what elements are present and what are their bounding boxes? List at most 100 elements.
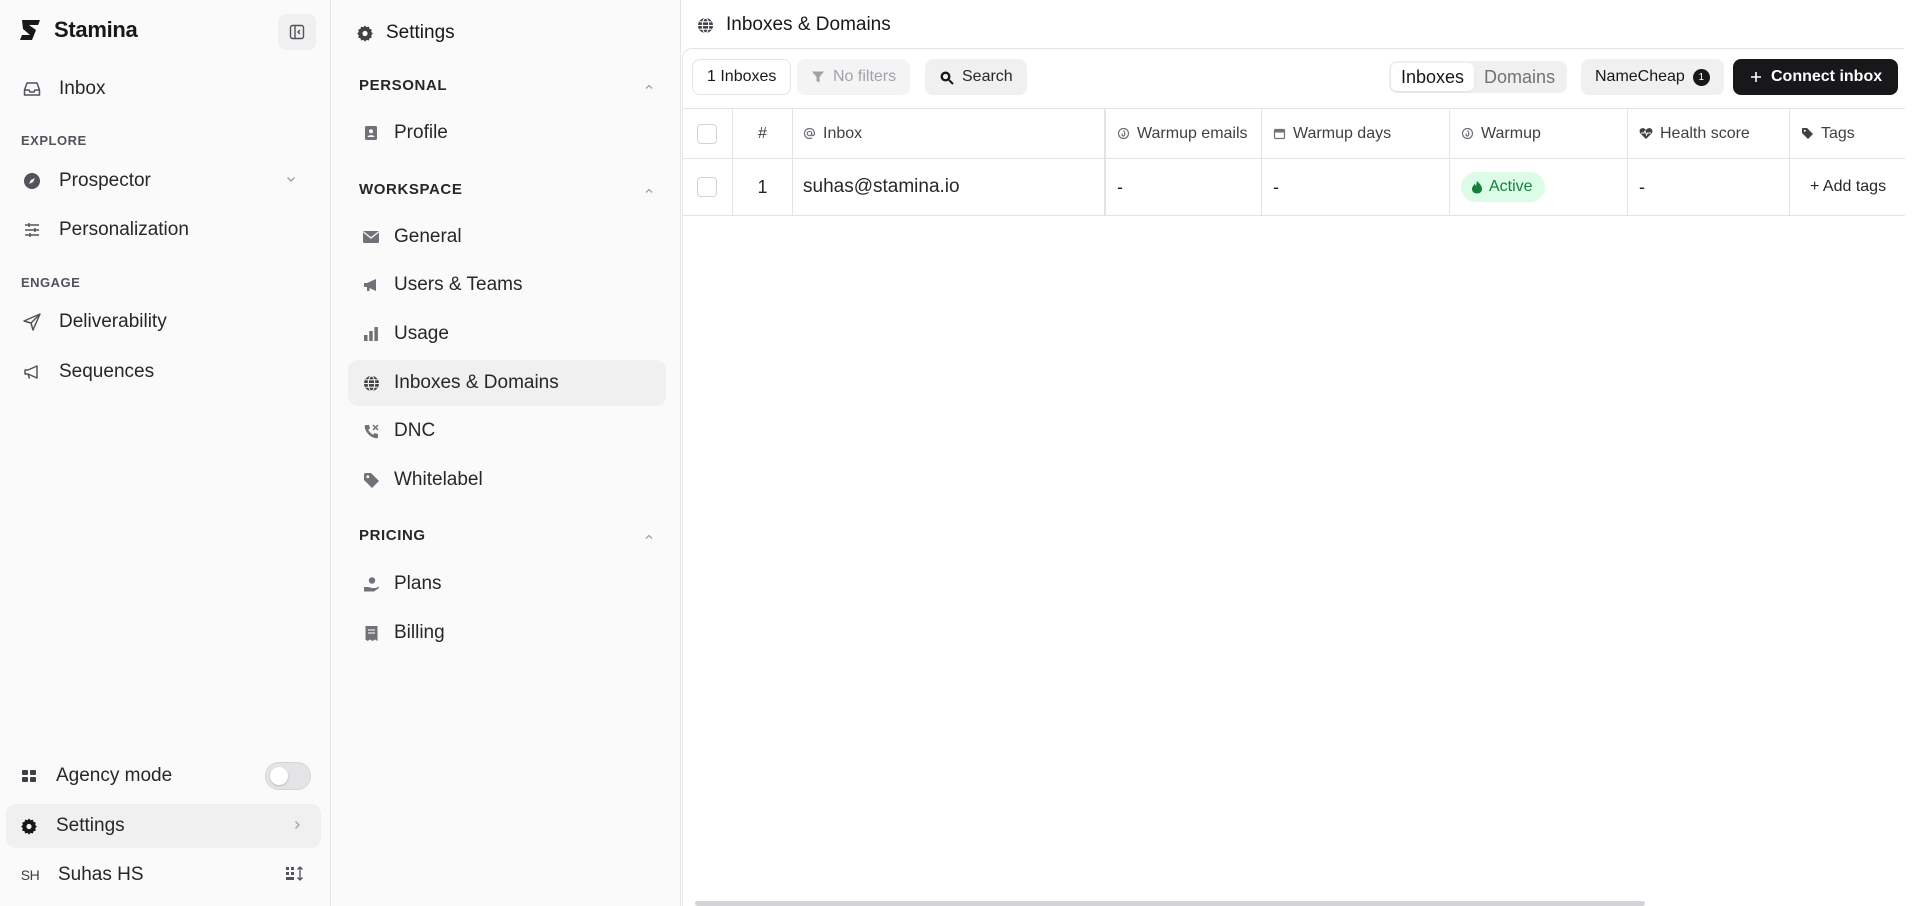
filter-icon bbox=[811, 70, 825, 84]
settings-item-label: DNC bbox=[394, 420, 436, 441]
agency-mode-label: Agency mode bbox=[56, 765, 173, 786]
switch-account-icon[interactable] bbox=[285, 865, 305, 883]
tab-inboxes[interactable]: Inboxes bbox=[1391, 63, 1475, 91]
inbox-icon bbox=[21, 78, 43, 100]
sidebar-item-label: Inbox bbox=[59, 78, 106, 99]
column-warmup[interactable]: Warmup bbox=[1450, 109, 1628, 158]
section-label-engage: ENGAGE bbox=[21, 275, 81, 290]
brand[interactable]: Stamina bbox=[16, 16, 138, 44]
row-health-score: - bbox=[1628, 159, 1790, 215]
row-warmup-days: - bbox=[1262, 159, 1450, 215]
gear-icon bbox=[18, 815, 40, 837]
row-checkbox[interactable] bbox=[697, 177, 717, 197]
id-badge-icon bbox=[362, 124, 380, 142]
connect-inbox-button[interactable]: Connect inbox bbox=[1733, 59, 1899, 95]
sidebar-item-label: Sequences bbox=[59, 361, 155, 382]
sliders-icon bbox=[21, 219, 43, 241]
row-warmup-emails: - bbox=[1106, 159, 1262, 215]
inboxes-panel: 1 Inboxes No filters Search Inboxes Doma… bbox=[682, 48, 1905, 906]
phone-off-icon bbox=[362, 422, 380, 440]
column-inbox[interactable]: Inbox bbox=[793, 109, 1106, 158]
sidebar-item-label: Prospector bbox=[59, 170, 151, 191]
select-all-checkbox[interactable] bbox=[697, 123, 717, 144]
provider-button[interactable]: NameCheap 1 bbox=[1581, 59, 1724, 95]
table-row[interactable]: 1 suhas@stamina.io - - Active - + Add ta… bbox=[683, 159, 1905, 216]
row-inbox-email[interactable]: suhas@stamina.io bbox=[793, 159, 1106, 215]
toolbar: 1 Inboxes No filters Search Inboxes Doma… bbox=[683, 49, 1905, 109]
column-warmup-days[interactable]: Warmup days bbox=[1262, 109, 1450, 158]
bar-chart-icon bbox=[362, 325, 380, 343]
hand-coin-icon bbox=[362, 575, 380, 593]
tab-domains[interactable]: Domains bbox=[1474, 63, 1565, 91]
chevron-up-icon bbox=[643, 531, 655, 543]
chevron-up-icon bbox=[643, 185, 655, 197]
settings-item-whitelabel[interactable]: Whitelabel bbox=[348, 457, 666, 503]
tag-icon bbox=[362, 471, 380, 489]
column-label: # bbox=[758, 124, 767, 142]
add-tags-button[interactable]: + Add tags bbox=[1790, 159, 1905, 215]
column-health-score[interactable]: Health score bbox=[1628, 109, 1790, 158]
settings-item-label: Usage bbox=[394, 323, 449, 344]
flame-outline-icon bbox=[1117, 127, 1130, 140]
column-number[interactable]: # bbox=[733, 109, 793, 158]
section-workspace[interactable]: WORKSPACE bbox=[359, 181, 659, 198]
settings-item-label: Users & Teams bbox=[394, 274, 523, 295]
sidebar-item-settings[interactable]: Settings bbox=[6, 804, 321, 848]
warmup-status-label: Active bbox=[1489, 178, 1533, 195]
building-icon bbox=[18, 765, 40, 787]
sidebar-item-label: Settings bbox=[56, 815, 125, 836]
settings-item-inboxes-domains[interactable]: Inboxes & Domains bbox=[348, 360, 666, 406]
settings-item-label: Whitelabel bbox=[394, 469, 483, 490]
settings-item-general[interactable]: General bbox=[348, 214, 666, 260]
table-header: # Inbox Warmup emails Warmup days Warmup… bbox=[683, 109, 1905, 159]
settings-item-label: Billing bbox=[394, 622, 445, 643]
filter-button[interactable]: No filters bbox=[797, 59, 911, 95]
globe-icon bbox=[362, 374, 380, 392]
panel-left-icon bbox=[289, 24, 305, 40]
sidebar-item-personalization[interactable]: Personalization bbox=[8, 208, 320, 252]
settings-item-users-teams[interactable]: Users & Teams bbox=[348, 262, 666, 308]
section-label: PRICING bbox=[359, 527, 426, 544]
column-warmup-emails[interactable]: Warmup emails bbox=[1106, 109, 1262, 158]
section-personal[interactable]: PERSONAL bbox=[359, 77, 659, 94]
stamina-logo-icon bbox=[16, 16, 44, 44]
main-sidebar: Stamina Inbox EXPLORE Prospector Persona… bbox=[0, 0, 331, 906]
settings-item-label: Plans bbox=[394, 573, 442, 594]
collapse-sidebar-button[interactable] bbox=[278, 14, 316, 50]
sidebar-item-deliverability[interactable]: Deliverability bbox=[8, 300, 320, 344]
flame-icon bbox=[1471, 180, 1483, 194]
column-tags[interactable]: Tags bbox=[1790, 109, 1905, 158]
filter-label: No filters bbox=[833, 68, 897, 85]
warmup-status-badge[interactable]: Active bbox=[1461, 172, 1545, 202]
column-label: Warmup emails bbox=[1137, 124, 1248, 142]
section-label: WORKSPACE bbox=[359, 181, 463, 198]
select-all-cell bbox=[683, 109, 733, 158]
settings-item-usage[interactable]: Usage bbox=[348, 311, 666, 357]
chevron-up-icon bbox=[643, 81, 655, 93]
settings-title: Settings bbox=[356, 22, 455, 44]
user-profile-row[interactable]: SH Suhas HS bbox=[6, 853, 321, 897]
horizontal-scrollbar[interactable] bbox=[695, 901, 1645, 906]
calendar-icon bbox=[1273, 127, 1286, 140]
sidebar-item-prospector[interactable]: Prospector bbox=[8, 159, 320, 203]
sidebar-item-sequences[interactable]: Sequences bbox=[8, 350, 320, 394]
settings-item-billing[interactable]: Billing bbox=[348, 610, 666, 656]
search-button[interactable]: Search bbox=[925, 59, 1027, 95]
tag-icon bbox=[1801, 127, 1814, 140]
chevron-down-icon[interactable] bbox=[284, 172, 298, 186]
provider-label: NameCheap bbox=[1595, 68, 1685, 85]
settings-item-profile[interactable]: Profile bbox=[348, 110, 666, 156]
avatar: SH bbox=[20, 867, 40, 883]
connect-inbox-label: Connect inbox bbox=[1771, 68, 1883, 85]
settings-item-label: Profile bbox=[394, 122, 448, 143]
settings-item-plans[interactable]: Plans bbox=[348, 561, 666, 607]
section-pricing[interactable]: PRICING bbox=[359, 527, 659, 544]
inbox-count-button[interactable]: 1 Inboxes bbox=[692, 59, 792, 95]
settings-title-text: Settings bbox=[386, 22, 455, 43]
sidebar-item-inbox[interactable]: Inbox bbox=[8, 67, 320, 111]
search-label: Search bbox=[962, 68, 1013, 85]
heart-pulse-icon bbox=[1639, 127, 1653, 140]
settings-item-dnc[interactable]: DNC bbox=[348, 408, 666, 454]
agency-mode-toggle[interactable] bbox=[265, 762, 311, 790]
plus-icon bbox=[1749, 70, 1763, 84]
